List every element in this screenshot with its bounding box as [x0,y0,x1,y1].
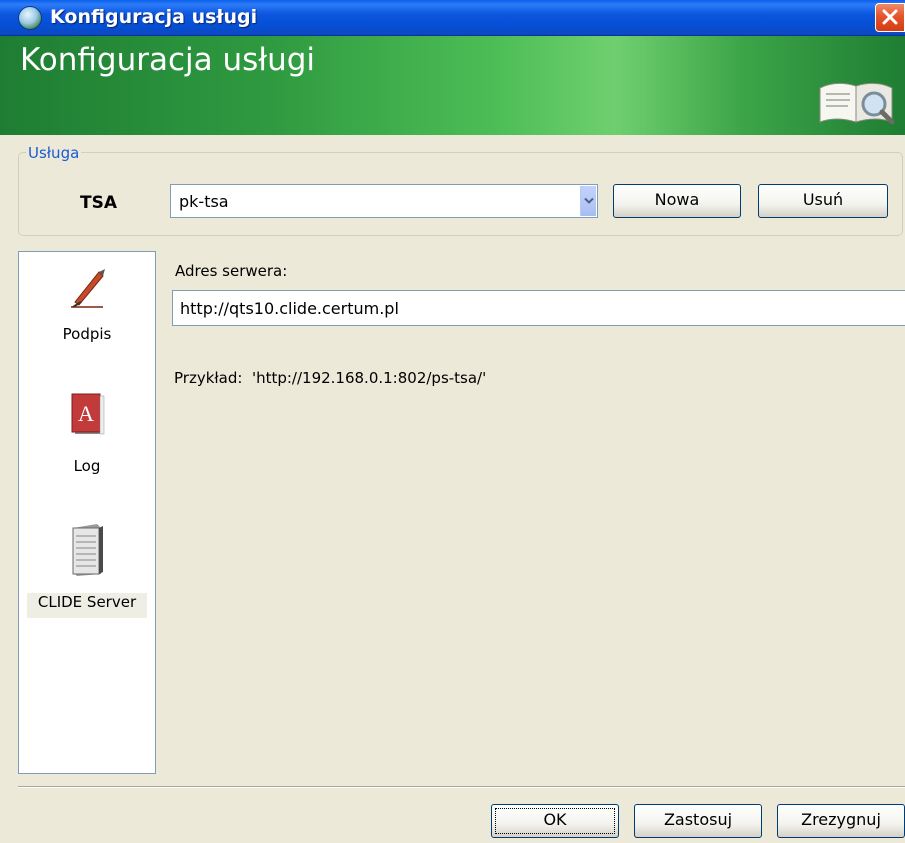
delete-service-button[interactable]: Usuń [758,184,888,218]
service-type-label: TSA [80,193,117,213]
ok-button[interactable]: OK [491,804,619,838]
svg-text:A: A [78,401,94,426]
sidebar-item-podpis[interactable] [19,264,155,312]
apply-button[interactable]: Zastosuj [634,804,762,838]
pen-icon [71,269,105,308]
sidebar-item-label: Podpis [62,325,112,343]
footer-divider [18,786,905,788]
focus-ring [495,808,615,834]
cancel-button[interactable]: Zrezygnuj [777,804,905,838]
close-icon [882,9,898,25]
window-title: Konfiguracja usługi [50,6,258,28]
sidebar-item-log[interactable]: A [19,392,155,442]
title-bar[interactable]: Konfiguracja usługi [0,0,905,36]
banner-title: Konfiguracja usługi [20,42,316,78]
close-button[interactable] [875,3,905,32]
app-icon [18,6,42,30]
sidebar-item-clide-server[interactable] [19,522,155,582]
server-address-input[interactable]: http://qts10.clide.certum.pl [172,290,905,326]
service-group-legend: Usługa [26,144,82,162]
server-address-value: http://qts10.clide.certum.pl [180,299,399,318]
example-hint: Przykład: 'http://192.168.0.1:802/ps-tsa… [174,369,487,387]
chevron-down-icon [584,197,594,204]
sidebar-nav: Podpis A Log CLIDE Server [18,251,156,774]
service-select[interactable]: pk-tsa [170,184,598,218]
server-icon [72,524,103,576]
sidebar-item-label: Log [73,457,101,475]
new-service-button[interactable]: Nowa [613,184,741,218]
sidebar-item-label: CLIDE Server [37,593,137,611]
log-book-icon: A [71,393,105,435]
book-magnifier-icon [818,76,898,132]
server-address-label: Adres serwera: [175,262,288,280]
service-select-dropdown-button[interactable] [580,186,596,216]
service-select-value: pk-tsa [179,192,229,211]
